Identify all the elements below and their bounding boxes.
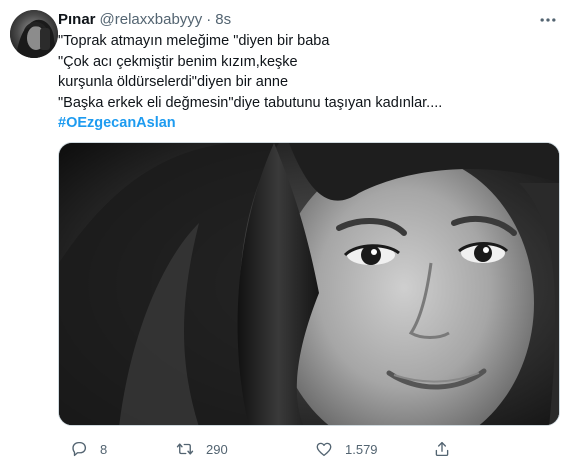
like-button[interactable]: 1.579 — [315, 440, 378, 458]
tweet-text-line: "Başka erkek eli değmesin"diye tabutunu … — [58, 94, 443, 111]
timestamp[interactable]: 8s — [215, 11, 231, 28]
tweet-media-photo[interactable] — [58, 142, 560, 426]
avatar-photo — [10, 10, 58, 58]
retweet-count: 290 — [206, 441, 228, 457]
tweet-header: Pınar @relaxxbabyyy · 8s — [58, 9, 231, 29]
user-handle[interactable]: @relaxxbabyyy — [100, 11, 203, 28]
reply-button[interactable]: 8 — [70, 440, 107, 458]
heart-icon — [316, 442, 332, 457]
portrait-photo — [59, 143, 559, 425]
separator-dot: · — [206, 10, 212, 28]
tweet-actions: 8 290 1.579 — [58, 437, 498, 461]
reply-count: 8 — [100, 441, 108, 457]
retweet-icon — [176, 443, 194, 455]
share-button[interactable] — [433, 440, 451, 458]
tweet-text-line: "Toprak atmayın meleğime "diyen bir baba — [58, 33, 330, 49]
tweet-text-line: "Çok acı çekmiştir benim kızım,keşke — [58, 53, 298, 70]
more-horizontal-icon — [540, 18, 556, 22]
tweet-text: "Toprak atmayın meleğime "diyen bir baba… — [58, 31, 558, 134]
reply-icon — [72, 441, 87, 457]
like-count: 1.579 — [345, 441, 378, 457]
hashtag-link[interactable]: #OEzgecanAslan — [58, 113, 558, 134]
tweet: Pınar @relaxxbabyyy · 8s "Toprak atmayın… — [0, 0, 574, 472]
more-options-button[interactable] — [536, 8, 560, 32]
share-icon — [435, 441, 449, 457]
avatar[interactable] — [10, 10, 58, 58]
retweet-button[interactable]: 290 — [176, 440, 228, 458]
display-name[interactable]: Pınar — [58, 11, 96, 28]
tweet-text-line: kurşunla öldürselerdi"diyen bir anne — [58, 74, 289, 90]
